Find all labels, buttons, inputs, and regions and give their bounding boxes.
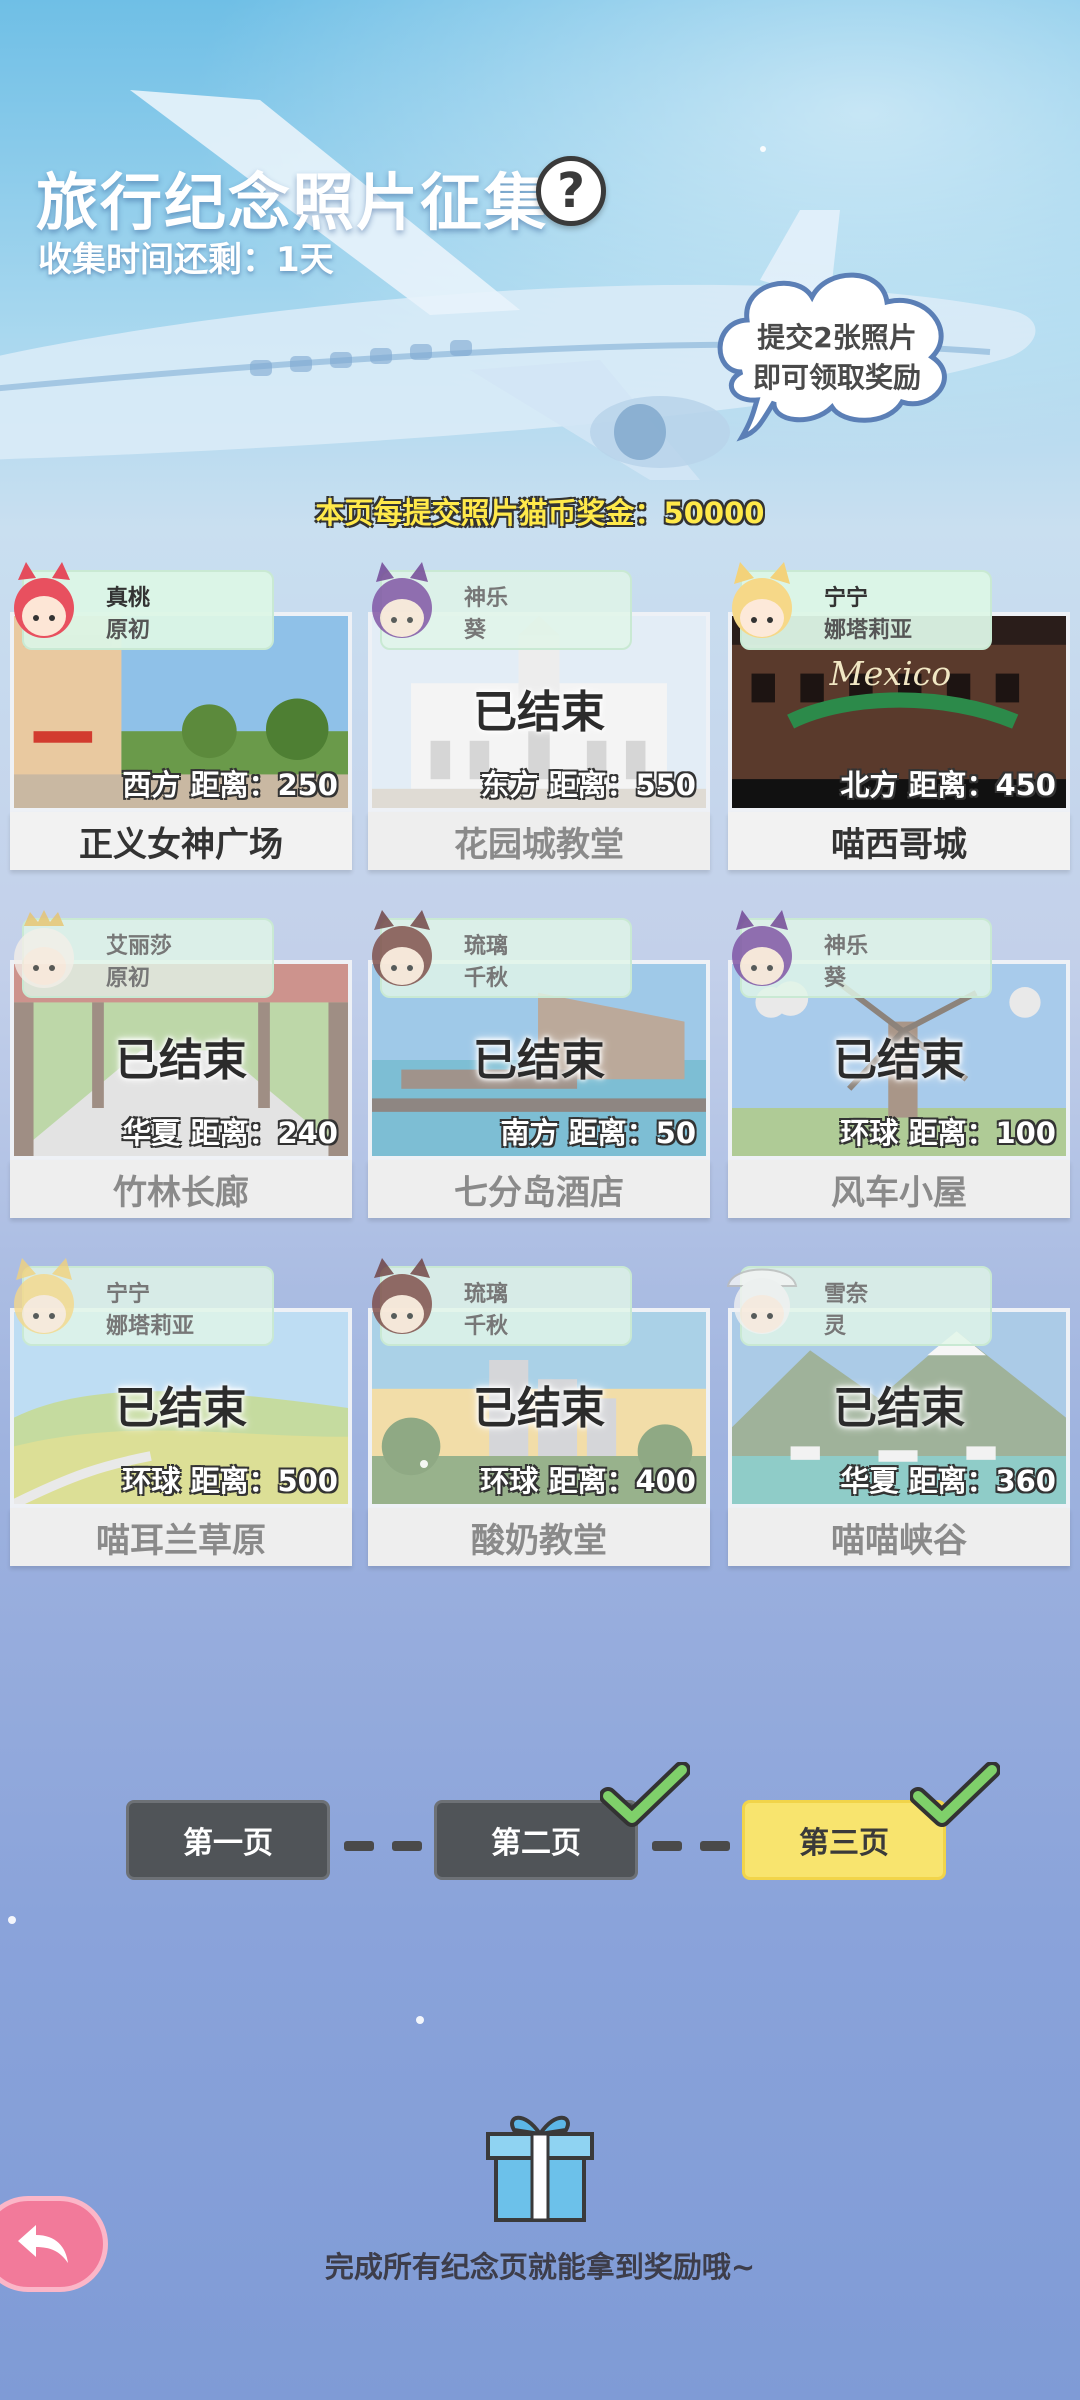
card-distance: 西方 距离：250 — [122, 768, 338, 802]
back-button[interactable] — [0, 2196, 108, 2292]
character-avatar-icon — [14, 1258, 74, 1334]
card-title: 酸奶教堂 — [368, 1508, 710, 1566]
character-variant: 原初 — [106, 618, 151, 643]
character-avatar-icon — [732, 910, 792, 986]
character-avatar-icon — [372, 562, 432, 638]
time-remaining: 收集时间还剩：1天 — [38, 232, 334, 281]
card-title: 喵喵峡谷 — [728, 1508, 1070, 1566]
photo-card[interactable]: 已结束 华夏 距离：240 竹林长廊 艾丽莎 原初 — [10, 910, 352, 1230]
character-avatar-icon — [372, 1258, 432, 1334]
pager-connector — [344, 1836, 440, 1851]
card-title: 喵西哥城 — [728, 812, 1070, 870]
character-name: 神乐 — [824, 934, 869, 959]
character-avatar-icon — [726, 1268, 798, 1334]
reward-hint-line1: 提交2张照片 — [757, 321, 917, 354]
checkmark-icon — [600, 1762, 690, 1827]
character-name: 宁宁 — [106, 1282, 151, 1307]
character-avatar-icon — [14, 562, 74, 638]
photo-card[interactable]: 已结束 环球 距离：400 酸奶教堂 琉璃 千秋 — [368, 1258, 710, 1578]
page-title: 旅行纪念照片征集 — [36, 166, 549, 239]
card-distance: 华夏 距离：240 — [122, 1116, 338, 1150]
character-name: 琉璃 — [464, 934, 509, 959]
character-variant: 娜塔莉亚 — [106, 1314, 195, 1339]
character-variant: 葵 — [824, 966, 847, 991]
character-variant: 千秋 — [464, 1314, 509, 1339]
time-remaining-value: 1天 — [276, 240, 334, 280]
character-name: 真桃 — [106, 586, 151, 611]
page-1-button[interactable]: 第一页 — [126, 1800, 330, 1880]
reward-hint-line2: 即可领取奖励 — [752, 361, 921, 394]
photo-card[interactable]: 已结束 环球 距离：500 喵耳兰草原 宁宁 娜塔莉亚 — [10, 1258, 352, 1578]
photo-card[interactable]: 已结束 华夏 距离：360 喵喵峡谷 雪奈 灵 — [726, 1266, 1070, 1578]
pager-connector — [652, 1836, 748, 1851]
character-variant: 千秋 — [464, 966, 509, 991]
reward-footer-text: 完成所有纪念页就能拿到奖励哦~ — [324, 2250, 756, 2284]
card-distance: 北方 距离：450 — [840, 768, 1056, 802]
photo-card[interactable]: 已结束 南方 距离：50 七分岛酒店 琉璃 千秋 — [368, 910, 710, 1230]
character-variant: 原初 — [106, 966, 151, 991]
gift-box-icon[interactable] — [484, 2106, 596, 2224]
time-remaining-label: 收集时间还剩： — [38, 240, 276, 280]
card-distance: 环球 距离：400 — [480, 1464, 696, 1498]
character-variant: 灵 — [824, 1314, 847, 1339]
character-avatar-icon — [732, 562, 792, 638]
card-title: 喵耳兰草原 — [10, 1508, 352, 1566]
photo-card[interactable]: 已结束 东方 距离：550 花园城教堂 神乐 葵 — [368, 562, 710, 882]
card-distance: 华夏 距离：360 — [840, 1464, 1056, 1498]
ended-label: 已结束 — [473, 687, 605, 738]
card-title: 花园城教堂 — [368, 812, 710, 870]
card-title: 正义女神广场 — [10, 812, 352, 870]
card-distance: 环球 距离：100 — [840, 1116, 1056, 1150]
mexico-sign: Mexico — [829, 654, 952, 693]
card-distance: 东方 距离：550 — [480, 768, 696, 802]
sparkle — [8, 1916, 16, 1924]
ended-label: 已结束 — [833, 1383, 965, 1434]
sparkle — [760, 146, 766, 152]
character-avatar-icon — [372, 910, 432, 986]
ended-label: 已结束 — [115, 1035, 247, 1086]
card-title: 七分岛酒店 — [368, 1160, 710, 1218]
checkmark-icon — [910, 1762, 1000, 1827]
photo-card[interactable]: Mexico 北方 距离：450 喵西哥城 宁宁 娜塔莉亚 — [728, 562, 1070, 882]
bonus-banner: 本页每提交照片猫币奖金：50000 — [315, 496, 765, 530]
character-name: 宁宁 — [824, 586, 869, 611]
character-name: 神乐 — [464, 586, 509, 611]
ended-label: 已结束 — [473, 1383, 605, 1434]
card-distance: 南方 距离：50 — [500, 1116, 696, 1150]
ended-label: 已结束 — [833, 1035, 965, 1086]
character-avatar-icon — [14, 910, 74, 988]
card-title: 风车小屋 — [728, 1160, 1070, 1218]
character-variant: 葵 — [464, 618, 487, 643]
back-arrow-icon — [18, 2225, 68, 2263]
character-name: 琉璃 — [464, 1282, 509, 1307]
photo-card[interactable]: 西方 距离：250 正义女神广场 真桃 原初 — [10, 562, 352, 882]
photo-card[interactable]: 已结束 环球 距离：100 风车小屋 神乐 葵 — [728, 910, 1070, 1230]
character-name: 雪奈 — [824, 1282, 869, 1307]
sparkle — [420, 1460, 428, 1468]
reward-hint: 提交2张照片 即可领取奖励 — [702, 318, 972, 398]
ended-label: 已结束 — [473, 1035, 605, 1086]
help-icon[interactable]: ? — [536, 156, 606, 226]
card-distance: 环球 距离：500 — [122, 1464, 338, 1498]
sparkle — [416, 2016, 424, 2024]
character-name: 艾丽莎 — [106, 934, 173, 959]
card-title: 竹林长廊 — [10, 1160, 352, 1218]
character-variant: 娜塔莉亚 — [824, 618, 913, 643]
ended-label: 已结束 — [115, 1383, 247, 1434]
